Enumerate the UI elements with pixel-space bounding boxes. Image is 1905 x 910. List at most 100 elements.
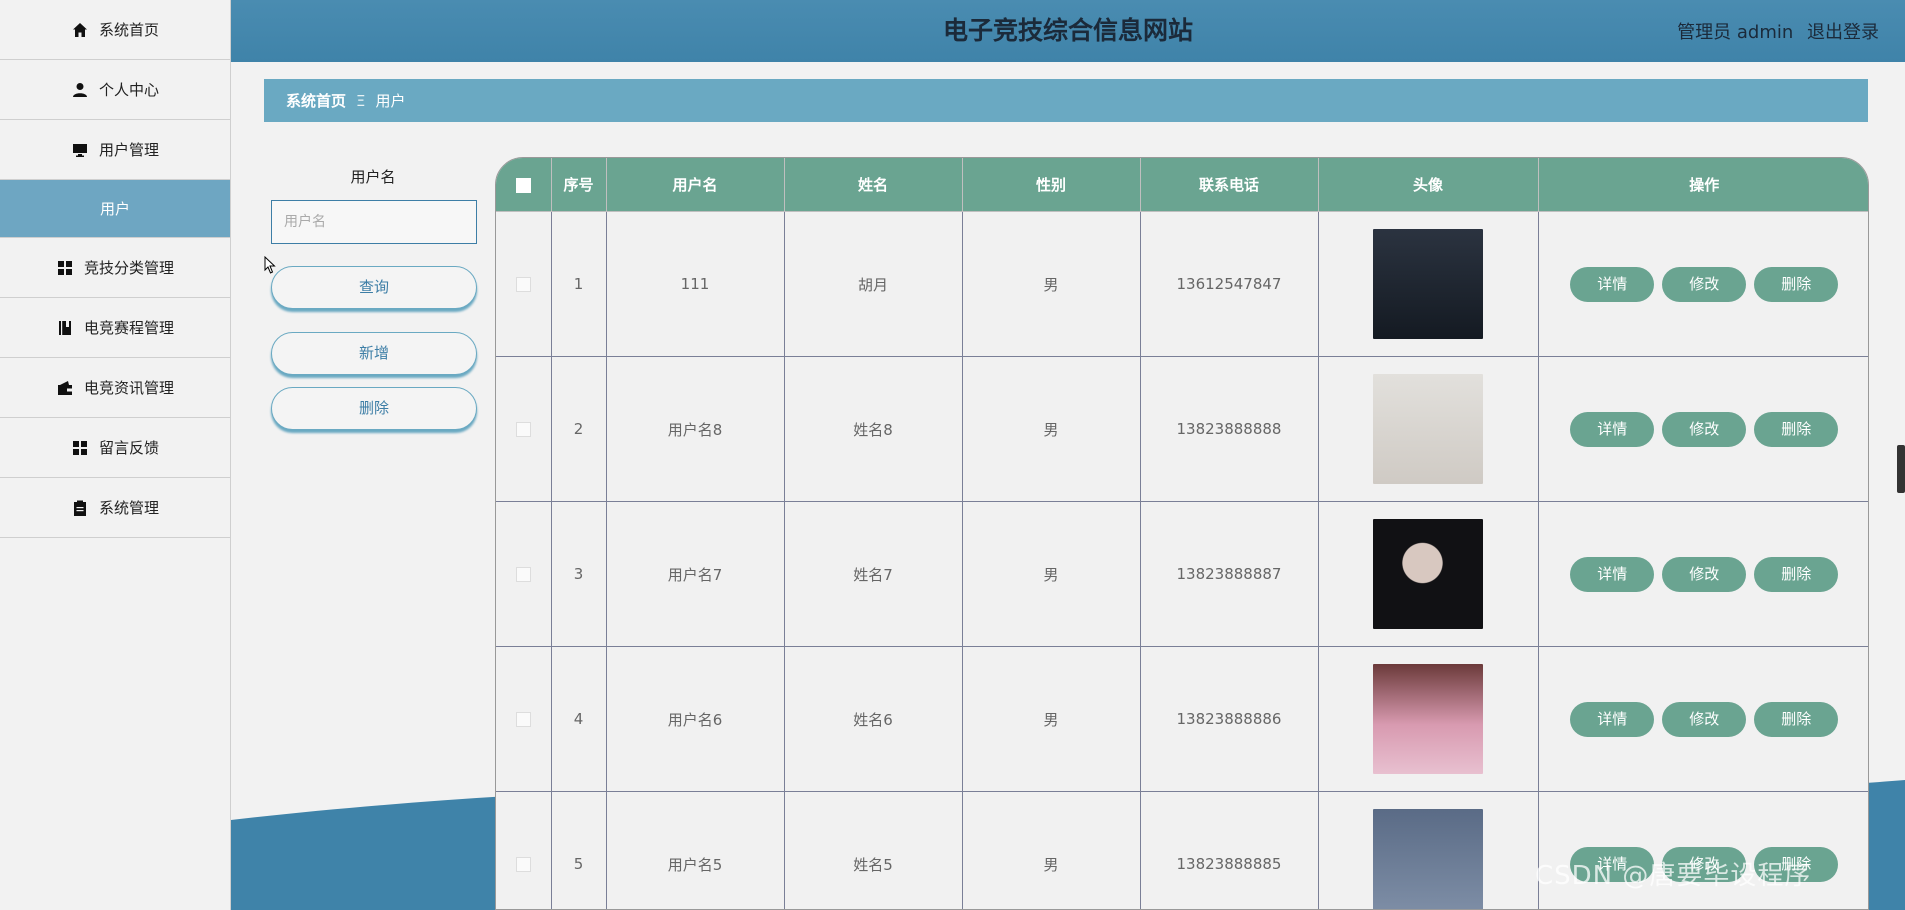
cell-gender: 男	[961, 211, 1141, 357]
detail-button[interactable]: 详情	[1570, 266, 1655, 302]
cell-gender: 男	[961, 356, 1141, 502]
row-checkbox[interactable]	[515, 857, 531, 872]
select-all-checkbox[interactable]	[515, 177, 531, 193]
sidebar: 系统首页 个人中心 用户管理 用户 竞技分类管理 电竞赛程管理 电竞资讯管理 留…	[0, 0, 231, 910]
cell-index: 4	[550, 646, 607, 792]
edit-button[interactable]: 修改	[1662, 556, 1747, 592]
delete-button[interactable]: 删除	[1754, 266, 1839, 302]
avatar-image	[1373, 519, 1483, 629]
table-header-row: 序号 用户名 姓名 性别 联系电话 头像 操作	[496, 158, 1868, 212]
delete-button[interactable]: 删除	[1754, 701, 1839, 737]
cell-username: 用户名6	[605, 646, 785, 792]
column-header-gender: 性别	[961, 158, 1141, 212]
page-scrollbar-thumb[interactable]	[1897, 445, 1905, 493]
sidebar-item-label: 系统首页	[98, 21, 159, 39]
cell-phone: 13612547847	[1139, 211, 1319, 357]
column-header-index: 序号	[550, 158, 607, 212]
sidebar-item-profile[interactable]: 个人中心	[0, 60, 230, 120]
cell-phone: 13823888885	[1139, 791, 1319, 909]
sidebar-item-label: 个人中心	[98, 81, 159, 99]
user-table: 序号 用户名 姓名 性别 联系电话 头像 操作 1 111 胡月 男 13612…	[495, 157, 1869, 910]
column-header-phone: 联系电话	[1139, 158, 1319, 212]
cell-name: 姓名8	[783, 356, 963, 502]
grid-icon	[56, 259, 74, 277]
edit-button[interactable]: 修改	[1662, 411, 1747, 447]
cell-index: 2	[550, 356, 607, 502]
cell-name: 胡月	[783, 211, 963, 357]
sidebar-subitem-users[interactable]: 用户	[0, 180, 230, 238]
row-checkbox[interactable]	[515, 567, 531, 582]
column-header-avatar: 头像	[1317, 158, 1539, 212]
add-button[interactable]: 新增	[271, 332, 477, 375]
clipboard-icon	[71, 499, 89, 517]
row-checkbox[interactable]	[515, 712, 531, 727]
sidebar-item-user-management[interactable]: 用户管理	[0, 120, 230, 180]
table-row: 2 用户名8 姓名8 男 13823888888 详情 修改 删除	[496, 356, 1868, 502]
sidebar-item-label: 电竞资讯管理	[83, 379, 174, 397]
grid-icon	[71, 439, 89, 457]
cell-username: 用户名7	[605, 501, 785, 647]
detail-button[interactable]: 详情	[1570, 701, 1655, 737]
cell-phone: 13823888887	[1139, 501, 1319, 647]
row-checkbox[interactable]	[515, 422, 531, 437]
watermark-text: CSDN @唐要毕设程序	[1535, 861, 1812, 891]
cell-name: 姓名5	[783, 791, 963, 909]
delete-button[interactable]: 删除	[1754, 411, 1839, 447]
cell-gender: 男	[961, 501, 1141, 647]
cell-username: 用户名8	[605, 356, 785, 502]
column-header-username: 用户名	[605, 158, 785, 212]
cell-index: 1	[550, 211, 607, 357]
sidebar-item-schedule-management[interactable]: 电竞赛程管理	[0, 298, 230, 358]
sidebar-item-label: 用户管理	[98, 141, 159, 159]
sidebar-item-label: 电竞赛程管理	[83, 319, 174, 337]
row-checkbox[interactable]	[515, 277, 531, 292]
top-header: 电子竞技综合信息网站 管理员 admin 退出登录	[231, 0, 1905, 62]
cell-name: 姓名7	[783, 501, 963, 647]
cell-username: 用户名5	[605, 791, 785, 909]
breadcrumb-home[interactable]: 系统首页	[286, 90, 346, 111]
edit-button[interactable]: 修改	[1662, 701, 1747, 737]
avatar-image	[1373, 809, 1483, 909]
logout-link[interactable]: 退出登录	[1807, 22, 1879, 43]
book-icon	[56, 319, 74, 337]
delete-button[interactable]: 删除	[1754, 556, 1839, 592]
cell-name: 姓名6	[783, 646, 963, 792]
cell-username: 111	[605, 211, 785, 357]
detail-button[interactable]: 详情	[1570, 411, 1655, 447]
sidebar-item-label: 系统管理	[98, 499, 159, 517]
sidebar-item-category-management[interactable]: 竞技分类管理	[0, 238, 230, 298]
sidebar-item-label: 竞技分类管理	[83, 259, 174, 277]
home-icon	[71, 21, 89, 39]
breadcrumb-separator: Ξ	[356, 91, 366, 110]
column-header-name: 姓名	[783, 158, 963, 212]
batch-delete-button[interactable]: 删除	[271, 387, 477, 430]
person-icon	[71, 81, 89, 99]
edit-button[interactable]: 修改	[1662, 266, 1747, 302]
sidebar-item-feedback[interactable]: 留言反馈	[0, 418, 230, 478]
cell-gender: 男	[961, 646, 1141, 792]
cell-index: 3	[550, 501, 607, 647]
cell-phone: 13823888886	[1139, 646, 1319, 792]
sidebar-item-news-management[interactable]: 电竞资讯管理	[0, 358, 230, 418]
monitor-icon	[71, 141, 89, 159]
table-row: 4 用户名6 姓名6 男 13823888886 详情 修改 删除	[496, 646, 1868, 792]
search-username-label: 用户名	[350, 168, 396, 186]
mouse-cursor-icon	[264, 256, 276, 274]
breadcrumb: 系统首页 Ξ 用户	[264, 79, 1868, 122]
table-row: 5 用户名5 姓名5 男 13823888885 详情 修改 删除	[496, 791, 1868, 909]
cell-index: 5	[550, 791, 607, 909]
site-title: 电子竞技综合信息网站	[942, 16, 1193, 45]
query-button[interactable]: 查询	[271, 266, 477, 309]
wallet-icon	[56, 379, 74, 397]
sidebar-item-label: 用户	[99, 200, 130, 218]
breadcrumb-current: 用户	[375, 92, 406, 110]
detail-button[interactable]: 详情	[1570, 556, 1655, 592]
sidebar-item-home[interactable]: 系统首页	[0, 0, 230, 60]
search-username-input[interactable]	[271, 200, 477, 244]
select-all-cell[interactable]	[496, 158, 552, 212]
admin-user-label[interactable]: 管理员 admin	[1677, 22, 1793, 43]
sidebar-item-system-management[interactable]: 系统管理	[0, 478, 230, 538]
cell-gender: 男	[961, 791, 1141, 909]
table-row: 1 111 胡月 男 13612547847 详情 修改 删除	[496, 211, 1868, 357]
user-area: 管理员 admin 退出登录	[1669, 18, 1879, 44]
